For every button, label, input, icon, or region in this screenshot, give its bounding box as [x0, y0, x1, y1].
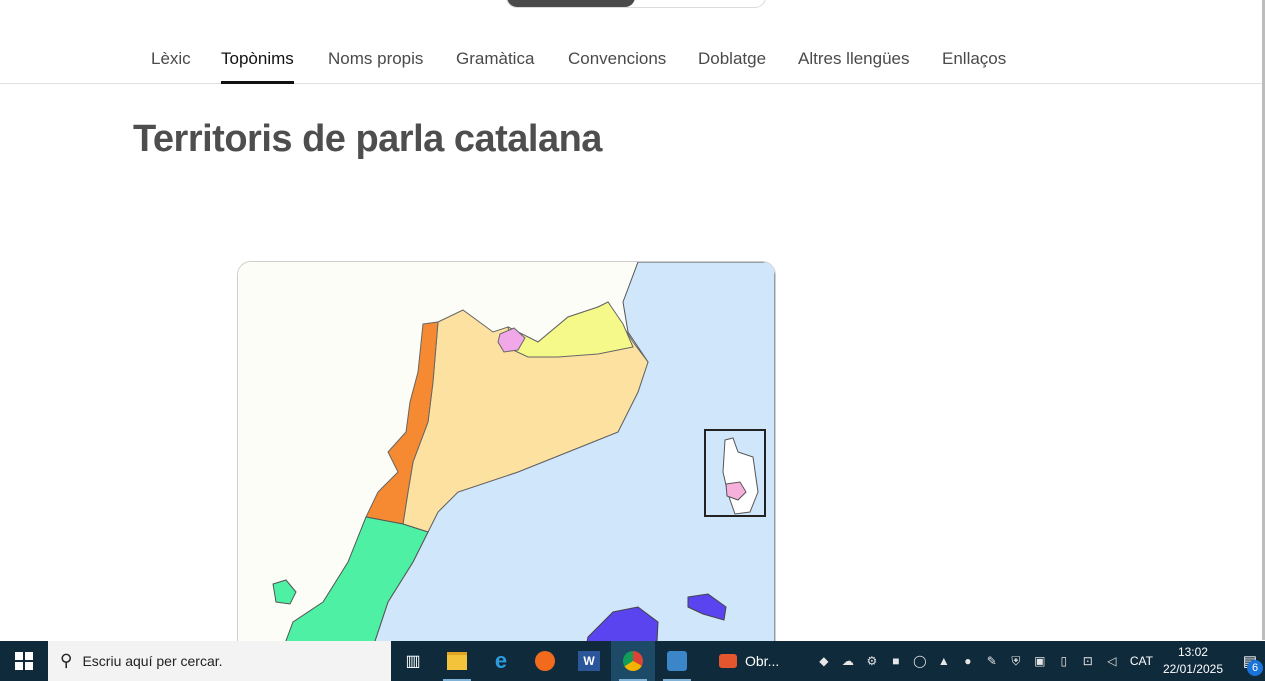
tray-s-icon[interactable]: ■: [884, 654, 908, 668]
tray-network-icon[interactable]: ⊡: [1076, 654, 1100, 668]
tray-usb-icon[interactable]: ▯: [1052, 654, 1076, 668]
tab-noms-propis[interactable]: Noms propis: [328, 49, 423, 83]
section-tabs: Lèxic Topònims Noms propis Gramàtica Con…: [0, 38, 1262, 84]
clock-time: 13:02: [1177, 645, 1208, 659]
tray-security-icon[interactable]: ⛨: [1004, 654, 1028, 669]
tab-gramatica[interactable]: Gramàtica: [456, 49, 534, 83]
language-indicator[interactable]: CAT: [1130, 654, 1153, 668]
photos-icon[interactable]: [655, 641, 699, 681]
file-explorer-icon[interactable]: [435, 641, 479, 681]
tray-tool-icon[interactable]: ✎: [980, 654, 1004, 668]
app-icon[interactable]: [713, 641, 743, 681]
tray-m-icon[interactable]: ●: [956, 654, 980, 668]
tab-lexic[interactable]: Lèxic: [151, 49, 191, 83]
running-app-label[interactable]: Obr...: [745, 653, 779, 669]
clock-date: 22/01/2025: [1162, 662, 1223, 676]
tab-enllacos[interactable]: Enllaços: [942, 49, 1006, 83]
tray-p-icon[interactable]: ▲: [932, 654, 956, 668]
tab-convencions[interactable]: Convencions: [568, 49, 666, 83]
search-icon: ⚲: [60, 651, 73, 670]
notification-center-icon[interactable]: ▤ 6: [1235, 641, 1265, 681]
tab-toponims[interactable]: Topònims: [221, 49, 294, 84]
firefox-icon[interactable]: [523, 641, 567, 681]
system-tray: ◆ ☁ ⚙ ■ ◯ ▲ ● ✎ ⛨ ▣ ▯ ⊡ ◁ CAT 13:02 22/0…: [812, 641, 1265, 681]
top-toggle-active[interactable]: [507, 0, 635, 7]
windows-start-icon[interactable]: [0, 641, 48, 681]
tray-app-icon[interactable]: ⚙: [860, 654, 884, 668]
tray-dropbox-icon[interactable]: ◆: [812, 654, 836, 668]
catalan-territories-map: [238, 262, 775, 662]
page-title: Territoris de parla catalana: [133, 118, 602, 160]
tab-doblatge[interactable]: Doblatge: [698, 49, 766, 83]
top-toggle[interactable]: [506, 0, 766, 8]
map-image: [237, 261, 776, 663]
edge-icon[interactable]: e: [479, 641, 523, 681]
tray-circle-icon[interactable]: ◯: [908, 654, 932, 668]
search-placeholder: Escriu aquí per cercar.: [82, 653, 223, 669]
windows-taskbar: ⚲ Escriu aquí per cercar. ▥ e W Obr... ◆…: [0, 641, 1265, 681]
clock[interactable]: 13:02 22/01/2025: [1163, 644, 1223, 678]
tray-onedrive-icon[interactable]: ☁: [836, 654, 860, 668]
taskbar-search-input[interactable]: ⚲ Escriu aquí per cercar.: [48, 641, 391, 681]
tray-display-icon[interactable]: ▣: [1028, 654, 1052, 668]
chrome-icon[interactable]: [611, 641, 655, 681]
task-view-icon[interactable]: ▥: [391, 641, 435, 681]
notification-badge: 6: [1247, 660, 1263, 676]
tray-volume-icon[interactable]: ◁: [1100, 654, 1124, 668]
tab-altres-llengues[interactable]: Altres llengües: [798, 49, 910, 83]
word-icon[interactable]: W: [567, 641, 611, 681]
